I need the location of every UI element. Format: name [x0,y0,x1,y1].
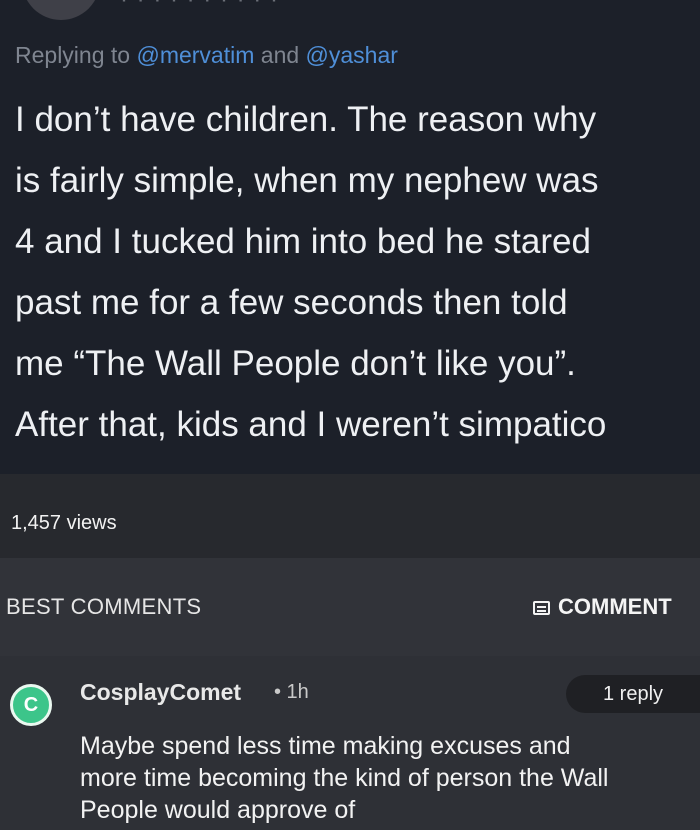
tweet-card: · · · · · · · · · · Replying to @mervati… [0,0,700,474]
comment-body: Maybe spend less time making excuses and… [80,730,700,826]
comment-line: People would approve of [80,796,356,824]
tweet-line: me “The Wall People don’t like you”. [15,344,576,383]
tweet-line: is fairly simple, when my nephew was [15,161,599,200]
comment-button[interactable]: COMMENT [533,594,672,620]
views-bar: 1,457 views [0,474,700,558]
replying-to-label: Replying to [15,42,137,68]
tweet-line: I don’t have children. The reason why [15,100,597,139]
comment-item: C CosplayComet • 1h 1 reply Maybe spend … [0,656,700,830]
mention-link-yashar[interactable]: @yashar [306,42,398,68]
reply-count-button[interactable]: 1 reply [566,675,700,713]
mention-link-mervatim[interactable]: @mervatim [136,42,254,68]
comment-icon [533,601,550,615]
commenter-username[interactable]: CosplayComet [80,679,241,706]
views-count: 1,457 views [11,512,117,534]
tweet-line: past me for a few seconds then told [15,283,568,322]
tweet-line: After that, kids and I weren’t simpatico [15,405,607,444]
comments-header: BEST COMMENTS COMMENT [0,558,700,656]
tweet-line: 4 and I tucked him into bed he stared [15,222,591,261]
author-avatar[interactable] [22,0,100,20]
comment-timestamp: • 1h [274,681,309,703]
author-handle-cropped: · · · · · · · · · · [120,0,279,14]
tweet-body: I don’t have children. The reason why is… [15,89,700,455]
comment-line: Maybe spend less time making excuses and [80,732,571,760]
commenter-avatar[interactable]: C [10,684,52,726]
replying-to-line: Replying to @mervatim and @yashar [15,42,398,69]
mention-join: and [254,42,306,68]
best-comments-label[interactable]: BEST COMMENTS [6,594,201,620]
comment-button-label: COMMENT [558,594,672,619]
comment-line: more time becoming the kind of person th… [80,764,609,792]
